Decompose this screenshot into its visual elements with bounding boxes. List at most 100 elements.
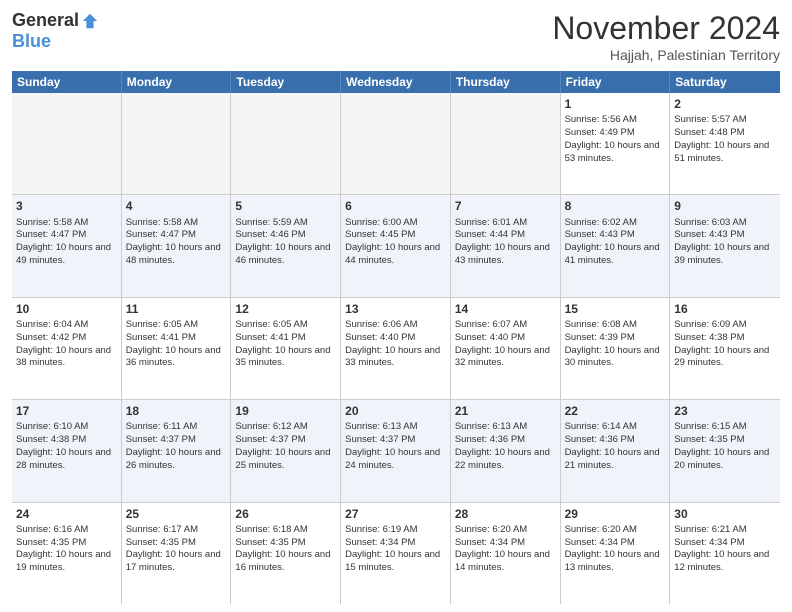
day-cell-14: 14 Sunrise: 6:07 AM Sunset: 4:40 PM Dayli… (451, 298, 561, 399)
location: Hajjah, Palestinian Territory (552, 47, 780, 63)
day-number: 26 (235, 506, 336, 522)
calendar-header: SundayMondayTuesdayWednesdayThursdayFrid… (12, 71, 780, 93)
empty-cell (231, 93, 341, 194)
day-cell-23: 23 Sunrise: 6:15 AM Sunset: 4:35 PM Dayli… (670, 400, 780, 501)
day-cell-17: 17 Sunrise: 6:10 AM Sunset: 4:38 PM Dayli… (12, 400, 122, 501)
day-number: 4 (126, 198, 227, 214)
header-cell-sunday: Sunday (12, 71, 122, 93)
empty-cell (341, 93, 451, 194)
day-cell-9: 9Sunrise: 6:03 AM Sunset: 4:43 PM Daylig… (670, 195, 780, 296)
day-info: Sunrise: 5:58 AM Sunset: 4:47 PM Dayligh… (126, 217, 227, 268)
day-info: Sunrise: 5:56 AM Sunset: 4:49 PM Dayligh… (565, 114, 666, 165)
calendar: SundayMondayTuesdayWednesdayThursdayFrid… (12, 71, 780, 604)
day-cell-25: 25 Sunrise: 6:17 AM Sunset: 4:35 PM Dayli… (122, 503, 232, 604)
day-cell-24: 24 Sunrise: 6:16 AM Sunset: 4:35 PM Dayli… (12, 503, 122, 604)
day-number: 28 (455, 506, 556, 522)
day-cell-7: 7 Sunrise: 6:01 AM Sunset: 4:44 PM Daylig… (451, 195, 561, 296)
day-cell-30: 30 Sunrise: 6:21 AM Sunset: 4:34 PM Dayli… (670, 503, 780, 604)
day-info: Sunrise: 6:08 AM Sunset: 4:39 PM Dayligh… (565, 319, 666, 370)
day-cell-27: 27 Sunrise: 6:19 AM Sunset: 4:34 PM Dayli… (341, 503, 451, 604)
day-number: 12 (235, 301, 336, 317)
day-number: 25 (126, 506, 227, 522)
header-cell-thursday: Thursday (451, 71, 561, 93)
empty-cell (122, 93, 232, 194)
day-cell-4: 4 Sunrise: 5:58 AM Sunset: 4:47 PM Daylig… (122, 195, 232, 296)
day-info: Sunrise: 6:09 AM Sunset: 4:38 PM Dayligh… (674, 319, 776, 370)
day-info: Sunrise: 6:11 AM Sunset: 4:37 PM Dayligh… (126, 421, 227, 472)
day-info: Sunrise: 6:07 AM Sunset: 4:40 PM Dayligh… (455, 319, 556, 370)
day-number: 19 (235, 403, 336, 419)
day-cell-1: 1 Sunrise: 5:56 AM Sunset: 4:49 PM Daylig… (561, 93, 671, 194)
logo-blue-text: Blue (12, 31, 51, 52)
day-info: Sunrise: 6:15 AM Sunset: 4:35 PM Dayligh… (674, 421, 776, 472)
day-info: Sunrise: 6:14 AM Sunset: 4:36 PM Dayligh… (565, 421, 666, 472)
day-info: Sunrise: 6:01 AM Sunset: 4:44 PM Dayligh… (455, 217, 556, 268)
logo-icon (81, 12, 99, 30)
day-number: 13 (345, 301, 446, 317)
header-cell-monday: Monday (122, 71, 232, 93)
day-number: 23 (674, 403, 776, 419)
title-section: November 2024 Hajjah, Palestinian Territ… (552, 10, 780, 63)
day-cell-22: 22 Sunrise: 6:14 AM Sunset: 4:36 PM Dayli… (561, 400, 671, 501)
day-number: 24 (16, 506, 117, 522)
header-cell-tuesday: Tuesday (231, 71, 341, 93)
day-number: 5 (235, 198, 336, 214)
day-info: Sunrise: 6:21 AM Sunset: 4:34 PM Dayligh… (674, 524, 776, 575)
day-number: 16 (674, 301, 776, 317)
day-number: 21 (455, 403, 556, 419)
day-number: 7 (455, 198, 556, 214)
calendar-row: 17 Sunrise: 6:10 AM Sunset: 4:38 PM Dayli… (12, 400, 780, 502)
day-info: Sunrise: 6:18 AM Sunset: 4:35 PM Dayligh… (235, 524, 336, 575)
day-cell-2: 2Sunrise: 5:57 AM Sunset: 4:48 PM Daylig… (670, 93, 780, 194)
calendar-body: 1 Sunrise: 5:56 AM Sunset: 4:49 PM Daylig… (12, 93, 780, 604)
day-cell-29: 29Sunrise: 6:20 AM Sunset: 4:34 PM Dayli… (561, 503, 671, 604)
day-info: Sunrise: 6:06 AM Sunset: 4:40 PM Dayligh… (345, 319, 446, 370)
day-cell-10: 10Sunrise: 6:04 AM Sunset: 4:42 PM Dayli… (12, 298, 122, 399)
day-info: Sunrise: 6:00 AM Sunset: 4:45 PM Dayligh… (345, 217, 446, 268)
day-cell-12: 12Sunrise: 6:05 AM Sunset: 4:41 PM Dayli… (231, 298, 341, 399)
day-info: Sunrise: 6:10 AM Sunset: 4:38 PM Dayligh… (16, 421, 117, 472)
header-cell-wednesday: Wednesday (341, 71, 451, 93)
day-info: Sunrise: 6:13 AM Sunset: 4:37 PM Dayligh… (345, 421, 446, 472)
calendar-row: 24 Sunrise: 6:16 AM Sunset: 4:35 PM Dayli… (12, 503, 780, 604)
day-cell-26: 26 Sunrise: 6:18 AM Sunset: 4:35 PM Dayli… (231, 503, 341, 604)
day-cell-11: 11Sunrise: 6:05 AM Sunset: 4:41 PM Dayli… (122, 298, 232, 399)
day-number: 1 (565, 96, 666, 112)
logo: General Blue (12, 10, 99, 52)
calendar-row: 10Sunrise: 6:04 AM Sunset: 4:42 PM Dayli… (12, 298, 780, 400)
day-cell-19: 19 Sunrise: 6:12 AM Sunset: 4:37 PM Dayli… (231, 400, 341, 501)
day-info: Sunrise: 6:03 AM Sunset: 4:43 PM Dayligh… (674, 217, 776, 268)
day-cell-28: 28 Sunrise: 6:20 AM Sunset: 4:34 PM Dayli… (451, 503, 561, 604)
day-info: Sunrise: 6:02 AM Sunset: 4:43 PM Dayligh… (565, 217, 666, 268)
day-cell-6: 6 Sunrise: 6:00 AM Sunset: 4:45 PM Daylig… (341, 195, 451, 296)
day-info: Sunrise: 6:12 AM Sunset: 4:37 PM Dayligh… (235, 421, 336, 472)
day-info: Sunrise: 6:04 AM Sunset: 4:42 PM Dayligh… (16, 319, 117, 370)
day-info: Sunrise: 5:59 AM Sunset: 4:46 PM Dayligh… (235, 217, 336, 268)
day-cell-13: 13 Sunrise: 6:06 AM Sunset: 4:40 PM Dayli… (341, 298, 451, 399)
day-number: 18 (126, 403, 227, 419)
day-cell-15: 15 Sunrise: 6:08 AM Sunset: 4:39 PM Dayli… (561, 298, 671, 399)
header: General Blue November 2024 Hajjah, Pales… (12, 10, 780, 63)
day-info: Sunrise: 6:16 AM Sunset: 4:35 PM Dayligh… (16, 524, 117, 575)
day-number: 22 (565, 403, 666, 419)
day-cell-5: 5 Sunrise: 5:59 AM Sunset: 4:46 PM Daylig… (231, 195, 341, 296)
day-number: 14 (455, 301, 556, 317)
day-number: 15 (565, 301, 666, 317)
day-number: 17 (16, 403, 117, 419)
logo-general-text: General (12, 10, 79, 31)
day-info: Sunrise: 6:20 AM Sunset: 4:34 PM Dayligh… (565, 524, 666, 575)
day-cell-3: 3Sunrise: 5:58 AM Sunset: 4:47 PM Daylig… (12, 195, 122, 296)
day-info: Sunrise: 6:20 AM Sunset: 4:34 PM Dayligh… (455, 524, 556, 575)
day-info: Sunrise: 6:17 AM Sunset: 4:35 PM Dayligh… (126, 524, 227, 575)
day-number: 2 (674, 96, 776, 112)
month-title: November 2024 (552, 10, 780, 47)
empty-cell (451, 93, 561, 194)
day-number: 6 (345, 198, 446, 214)
day-info: Sunrise: 6:19 AM Sunset: 4:34 PM Dayligh… (345, 524, 446, 575)
header-cell-friday: Friday (561, 71, 671, 93)
day-cell-8: 8Sunrise: 6:02 AM Sunset: 4:43 PM Daylig… (561, 195, 671, 296)
day-cell-21: 21Sunrise: 6:13 AM Sunset: 4:36 PM Dayli… (451, 400, 561, 501)
day-number: 3 (16, 198, 117, 214)
day-number: 30 (674, 506, 776, 522)
day-number: 27 (345, 506, 446, 522)
